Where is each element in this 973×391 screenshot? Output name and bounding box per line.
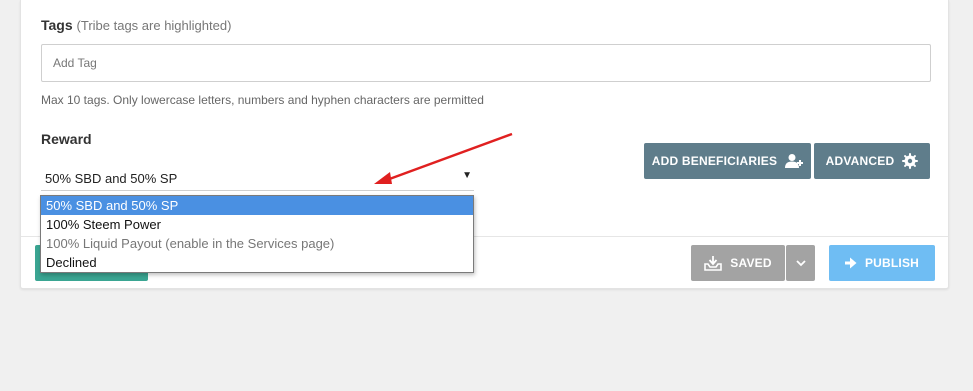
saved-dropdown-toggle[interactable] — [786, 245, 815, 281]
advanced-label: ADVANCED — [825, 154, 895, 168]
reward-option[interactable]: 50% SBD and 50% SP — [41, 196, 473, 215]
tags-hint: (Tribe tags are highlighted) — [76, 18, 232, 33]
chevron-down-icon — [795, 259, 806, 267]
tags-label: Tags (Tribe tags are highlighted) — [41, 17, 231, 33]
inbox-download-icon — [704, 255, 723, 271]
reward-option[interactable]: Declined — [41, 253, 473, 272]
gear-icon — [902, 153, 919, 169]
reward-label: Reward — [41, 131, 92, 147]
tags-rules-text: Max 10 tags. Only lowercase letters, num… — [41, 93, 484, 107]
saved-button[interactable]: SAVED — [691, 245, 785, 281]
advanced-button[interactable]: ADVANCED — [814, 143, 930, 179]
reward-option[interactable]: 100% Steem Power — [41, 215, 473, 234]
add-beneficiaries-button[interactable]: ADD BENEFICIARIES — [644, 143, 811, 179]
reward-option: 100% Liquid Payout (enable in the Servic… — [46, 236, 335, 251]
caret-down-icon: ▼ — [462, 170, 472, 181]
tags-label-text: Tags — [41, 17, 73, 33]
arrow-right-icon — [844, 257, 857, 269]
add-beneficiaries-label: ADD BENEFICIARIES — [651, 154, 778, 168]
add-tag-input[interactable] — [41, 44, 931, 82]
publish-label: PUBLISH — [864, 256, 920, 270]
reward-dropdown-list: 50% SBD and 50% SP 100% Steem Power 100%… — [40, 195, 474, 273]
publish-button[interactable]: PUBLISH — [829, 245, 935, 281]
reward-select[interactable]: 50% SBD and 50% SP ▼ — [41, 165, 474, 191]
reward-selected-value: 50% SBD and 50% SP — [45, 171, 178, 186]
user-add-icon — [785, 153, 804, 169]
saved-label: SAVED — [730, 256, 772, 270]
